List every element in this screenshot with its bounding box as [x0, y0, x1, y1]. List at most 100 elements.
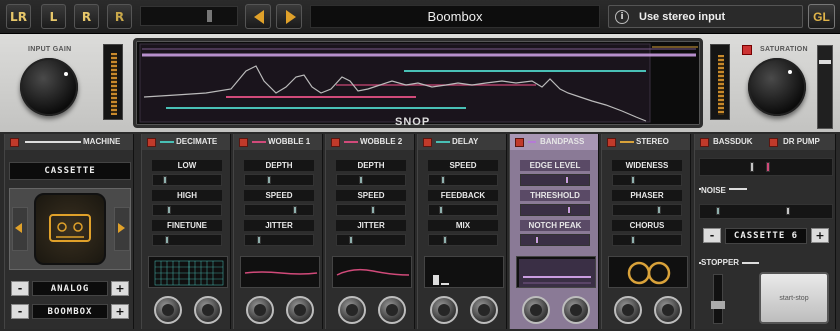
tape-type-display[interactable]: CASSETTE [9, 162, 131, 180]
output-slider-thumb[interactable] [819, 60, 831, 64]
preset-minus-button[interactable]: - [11, 304, 29, 319]
wobble-1-param-slider[interactable] [244, 234, 314, 246]
channel-slider-thumb[interactable] [207, 10, 212, 22]
slider-thumb[interactable] [631, 236, 635, 244]
bandpass-knob-left[interactable] [522, 296, 550, 324]
slider-thumb[interactable] [439, 206, 443, 214]
wobble-2-knob-right[interactable] [378, 296, 406, 324]
decimate-param-slider[interactable] [152, 174, 222, 186]
slider-thumb[interactable] [441, 176, 445, 184]
slider-thumb[interactable] [267, 176, 271, 184]
wobble-2-led[interactable] [331, 138, 340, 147]
wobble-2-param-slider[interactable] [336, 234, 406, 246]
stereo-param-slider[interactable] [612, 204, 682, 216]
stereo-hint-text: Use stereo input [639, 10, 726, 23]
wobble-1-param-slider[interactable] [244, 204, 314, 216]
output-slider[interactable] [817, 45, 833, 129]
drpump-led[interactable] [769, 138, 778, 147]
slider-thumb[interactable] [163, 176, 167, 184]
stereo-input-hint[interactable]: i Use stereo input [608, 5, 803, 28]
slider-thumb[interactable] [293, 206, 297, 214]
wobble-1-param-slider[interactable] [244, 174, 314, 186]
saturation-led[interactable] [742, 45, 752, 55]
delay-param-slider[interactable] [428, 174, 498, 186]
slider-thumb[interactable] [349, 236, 353, 244]
bandpass-param-slider[interactable] [520, 174, 590, 186]
tape-prev-button[interactable] [12, 207, 28, 251]
delay-led[interactable] [423, 138, 432, 147]
noise-slider[interactable] [699, 204, 833, 219]
bandpass-knob-right[interactable] [562, 296, 590, 324]
decimate-led[interactable] [147, 138, 156, 147]
channel-r-flip-button[interactable]: R [107, 4, 132, 29]
stopper-slider[interactable] [711, 274, 725, 324]
wobble-2-param-label: JITTER [336, 220, 406, 231]
slider-thumb[interactable] [371, 206, 375, 214]
info-icon: i [615, 9, 629, 24]
stereo-param-slider[interactable] [612, 174, 682, 186]
slider-thumb[interactable] [359, 176, 363, 184]
wobble-1-knob-left[interactable] [246, 296, 274, 324]
slider-thumb[interactable] [567, 206, 571, 214]
bassduk-slider[interactable] [699, 158, 833, 176]
slider-thumb[interactable] [565, 176, 569, 184]
delay-header: DELAY [418, 134, 506, 150]
spectrum-graph [139, 43, 698, 123]
preset-name-display[interactable]: Boombox [310, 5, 600, 28]
preset-plus-button[interactable]: + [111, 304, 129, 319]
slider-thumb[interactable] [535, 236, 539, 244]
tape-next-button[interactable] [114, 207, 130, 251]
next-preset-button[interactable] [276, 4, 302, 29]
wobble-2-param-slider[interactable] [336, 174, 406, 186]
delay-knob-left[interactable] [430, 296, 458, 324]
noise-plus-button[interactable]: + [811, 228, 829, 243]
wobble-1-led[interactable] [239, 138, 248, 147]
slider-thumb[interactable] [257, 236, 261, 244]
delay-param-slider[interactable] [428, 204, 498, 216]
channel-lr-button[interactable]: LR [6, 4, 31, 29]
delay-knob-right[interactable] [470, 296, 498, 324]
machine-led[interactable] [10, 138, 19, 147]
prev-preset-button[interactable] [245, 4, 271, 29]
wobble-2-param-slider[interactable] [336, 204, 406, 216]
bandpass-scope [516, 256, 596, 288]
slider-thumb[interactable] [165, 236, 169, 244]
channel-r-button[interactable]: R [74, 4, 99, 29]
wobble-1-knob-right[interactable] [286, 296, 314, 324]
arrow-left-icon [254, 10, 264, 24]
start-stop-button[interactable]: start-stop [759, 272, 829, 324]
mode-display: ANALOG [32, 281, 108, 296]
decimate-knob-left[interactable] [154, 296, 182, 324]
gl-logo-button[interactable]: GL [808, 4, 835, 29]
stereo-knob-left[interactable] [614, 296, 642, 324]
saturation-knob[interactable] [748, 58, 806, 116]
bandpass-led[interactable] [515, 138, 524, 147]
input-gain-knob[interactable] [20, 58, 78, 116]
bandpass-param-slider[interactable] [520, 234, 590, 246]
decimate-param-slider[interactable] [152, 204, 222, 216]
delay-scope [424, 256, 504, 288]
wobble-1-param-label: SPEED [244, 190, 314, 201]
noise-minus-button[interactable]: - [703, 228, 721, 243]
decimate-param-slider[interactable] [152, 234, 222, 246]
slider-thumb[interactable] [167, 206, 171, 214]
stereo-led[interactable] [607, 138, 616, 147]
slider-thumb[interactable] [631, 176, 635, 184]
mode-plus-button[interactable]: + [111, 281, 129, 296]
stereo-knob-right[interactable] [654, 296, 682, 324]
slider-thumb[interactable] [443, 236, 447, 244]
delay-param-slider[interactable] [428, 234, 498, 246]
decimate-param-label: LOW [152, 160, 222, 171]
decimate-module: DECIMATE LOW HIGH FINETUNE [141, 134, 231, 329]
stereo-param-slider[interactable] [612, 234, 682, 246]
bassduk-led[interactable] [700, 138, 709, 147]
bandpass-param-slider[interactable] [520, 204, 590, 216]
mode-minus-button[interactable]: - [11, 281, 29, 296]
stereo-title: STEREO [636, 137, 669, 146]
machine-preset-display: BOOMBOX [32, 304, 108, 319]
channel-slider[interactable] [140, 6, 238, 26]
decimate-knob-right[interactable] [194, 296, 222, 324]
wobble-2-knob-left[interactable] [338, 296, 366, 324]
slider-thumb[interactable] [657, 206, 661, 214]
channel-l-button[interactable]: L [41, 4, 66, 29]
